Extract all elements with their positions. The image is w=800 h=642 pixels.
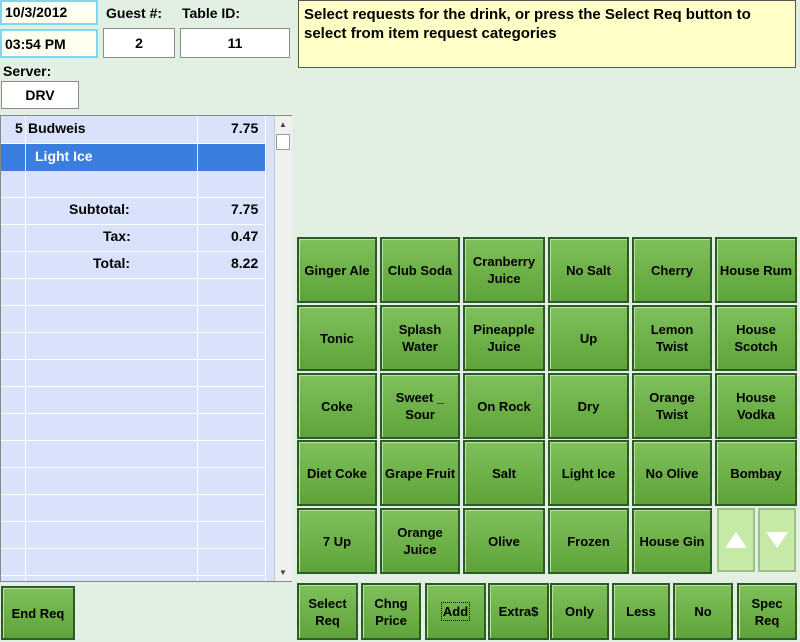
req-orange-juice[interactable]: Orange Juice: [380, 508, 460, 574]
arrow-down-icon: [766, 532, 788, 548]
date-display: 10/3/2012: [0, 0, 98, 25]
request-name: Light Ice: [35, 148, 93, 164]
req-7-up[interactable]: 7 Up: [297, 508, 377, 574]
req-up[interactable]: Up: [548, 305, 629, 371]
no-button[interactable]: No: [673, 583, 733, 640]
req-coke[interactable]: Coke: [297, 373, 377, 439]
req-pineapple-juice[interactable]: Pineapple Juice: [463, 305, 545, 371]
req-splash-water[interactable]: Splash Water: [380, 305, 460, 371]
req-cranberry-juice[interactable]: Cranberry Juice: [463, 237, 545, 303]
tax-label: Tax:: [103, 228, 131, 244]
scroll-thumb[interactable]: [276, 134, 290, 150]
total-label: Total:: [93, 255, 131, 271]
spec-req-button[interactable]: Spec Req: [737, 583, 797, 640]
req-dry[interactable]: Dry: [548, 373, 629, 439]
req-house-vodka[interactable]: House Vodka: [715, 373, 797, 439]
req-bombay[interactable]: Bombay: [715, 440, 797, 506]
order-ticket: 5 Budweis 7.75 Light Ice Subtotal: 7.75 …: [0, 115, 292, 582]
only-button[interactable]: Only: [550, 583, 609, 640]
scroll-down-icon[interactable]: ▼: [279, 568, 287, 577]
item-qty: 5: [15, 120, 23, 136]
req-house-scotch[interactable]: House Scotch: [715, 305, 797, 371]
req-orange-twist[interactable]: Orange Twist: [632, 373, 712, 439]
item-price: 7.75: [231, 120, 259, 136]
item-name: Budweis: [28, 120, 86, 136]
req-ginger-ale[interactable]: Ginger Ale: [297, 237, 377, 303]
page-up-button[interactable]: [717, 508, 755, 572]
server-field[interactable]: DRV: [1, 81, 79, 109]
arrow-up-icon: [725, 532, 747, 548]
req-on-rock[interactable]: On Rock: [463, 373, 545, 439]
add-button[interactable]: Add: [425, 583, 486, 640]
req-no-olive[interactable]: No Olive: [632, 440, 712, 506]
scroll-up-icon[interactable]: ▲: [279, 120, 287, 129]
ticket-scrollbar[interactable]: ▲ ▼: [274, 116, 292, 581]
add-label: Add: [440, 602, 471, 621]
req-no-salt[interactable]: No Salt: [548, 237, 629, 303]
req-diet-coke[interactable]: Diet Coke: [297, 440, 377, 506]
req-house-gin[interactable]: House Gin: [632, 508, 712, 574]
table-id-field[interactable]: 11: [180, 28, 290, 58]
end-req-button[interactable]: End Req: [1, 586, 75, 640]
tax-row: Tax: 0.47: [1, 224, 265, 251]
page-down-button[interactable]: [758, 508, 796, 572]
guest-count-field[interactable]: 2: [103, 28, 175, 58]
ticket-item-row[interactable]: 5 Budweis 7.75: [1, 116, 265, 143]
extra-button[interactable]: Extra$: [488, 583, 549, 640]
server-label: Server:: [3, 63, 52, 79]
req-olive[interactable]: Olive: [463, 508, 545, 574]
req-light-ice[interactable]: Light Ice: [548, 440, 629, 506]
time-display: 03:54 PM: [0, 29, 98, 58]
req-sweet-sour[interactable]: Sweet _ Sour: [380, 373, 460, 439]
tax-value: 0.47: [231, 228, 259, 244]
req-house-rum[interactable]: House Rum: [715, 237, 797, 303]
subtotal-value: 7.75: [231, 201, 259, 217]
table-label: Table ID:: [182, 5, 241, 21]
subtotal-label: Subtotal:: [69, 201, 130, 217]
less-button[interactable]: Less: [612, 583, 670, 640]
req-tonic[interactable]: Tonic: [297, 305, 377, 371]
total-row: Total: 8.22: [1, 251, 265, 278]
req-grape-fruit[interactable]: Grape Fruit: [380, 440, 460, 506]
select-req-button[interactable]: Select Req: [297, 583, 358, 640]
req-frozen[interactable]: Frozen: [548, 508, 629, 574]
req-cherry[interactable]: Cherry: [632, 237, 712, 303]
req-club-soda[interactable]: Club Soda: [380, 237, 460, 303]
selected-request-row[interactable]: Light Ice: [1, 144, 265, 171]
guest-label: Guest #:: [106, 5, 163, 21]
subtotal-row: Subtotal: 7.75: [1, 197, 265, 224]
chng-price-button[interactable]: Chng Price: [361, 583, 421, 640]
total-value: 8.22: [231, 255, 259, 271]
instruction-message: Select requests for the drink, or press …: [298, 0, 796, 68]
req-salt[interactable]: Salt: [463, 440, 545, 506]
req-lemon-twist[interactable]: Lemon Twist: [632, 305, 712, 371]
